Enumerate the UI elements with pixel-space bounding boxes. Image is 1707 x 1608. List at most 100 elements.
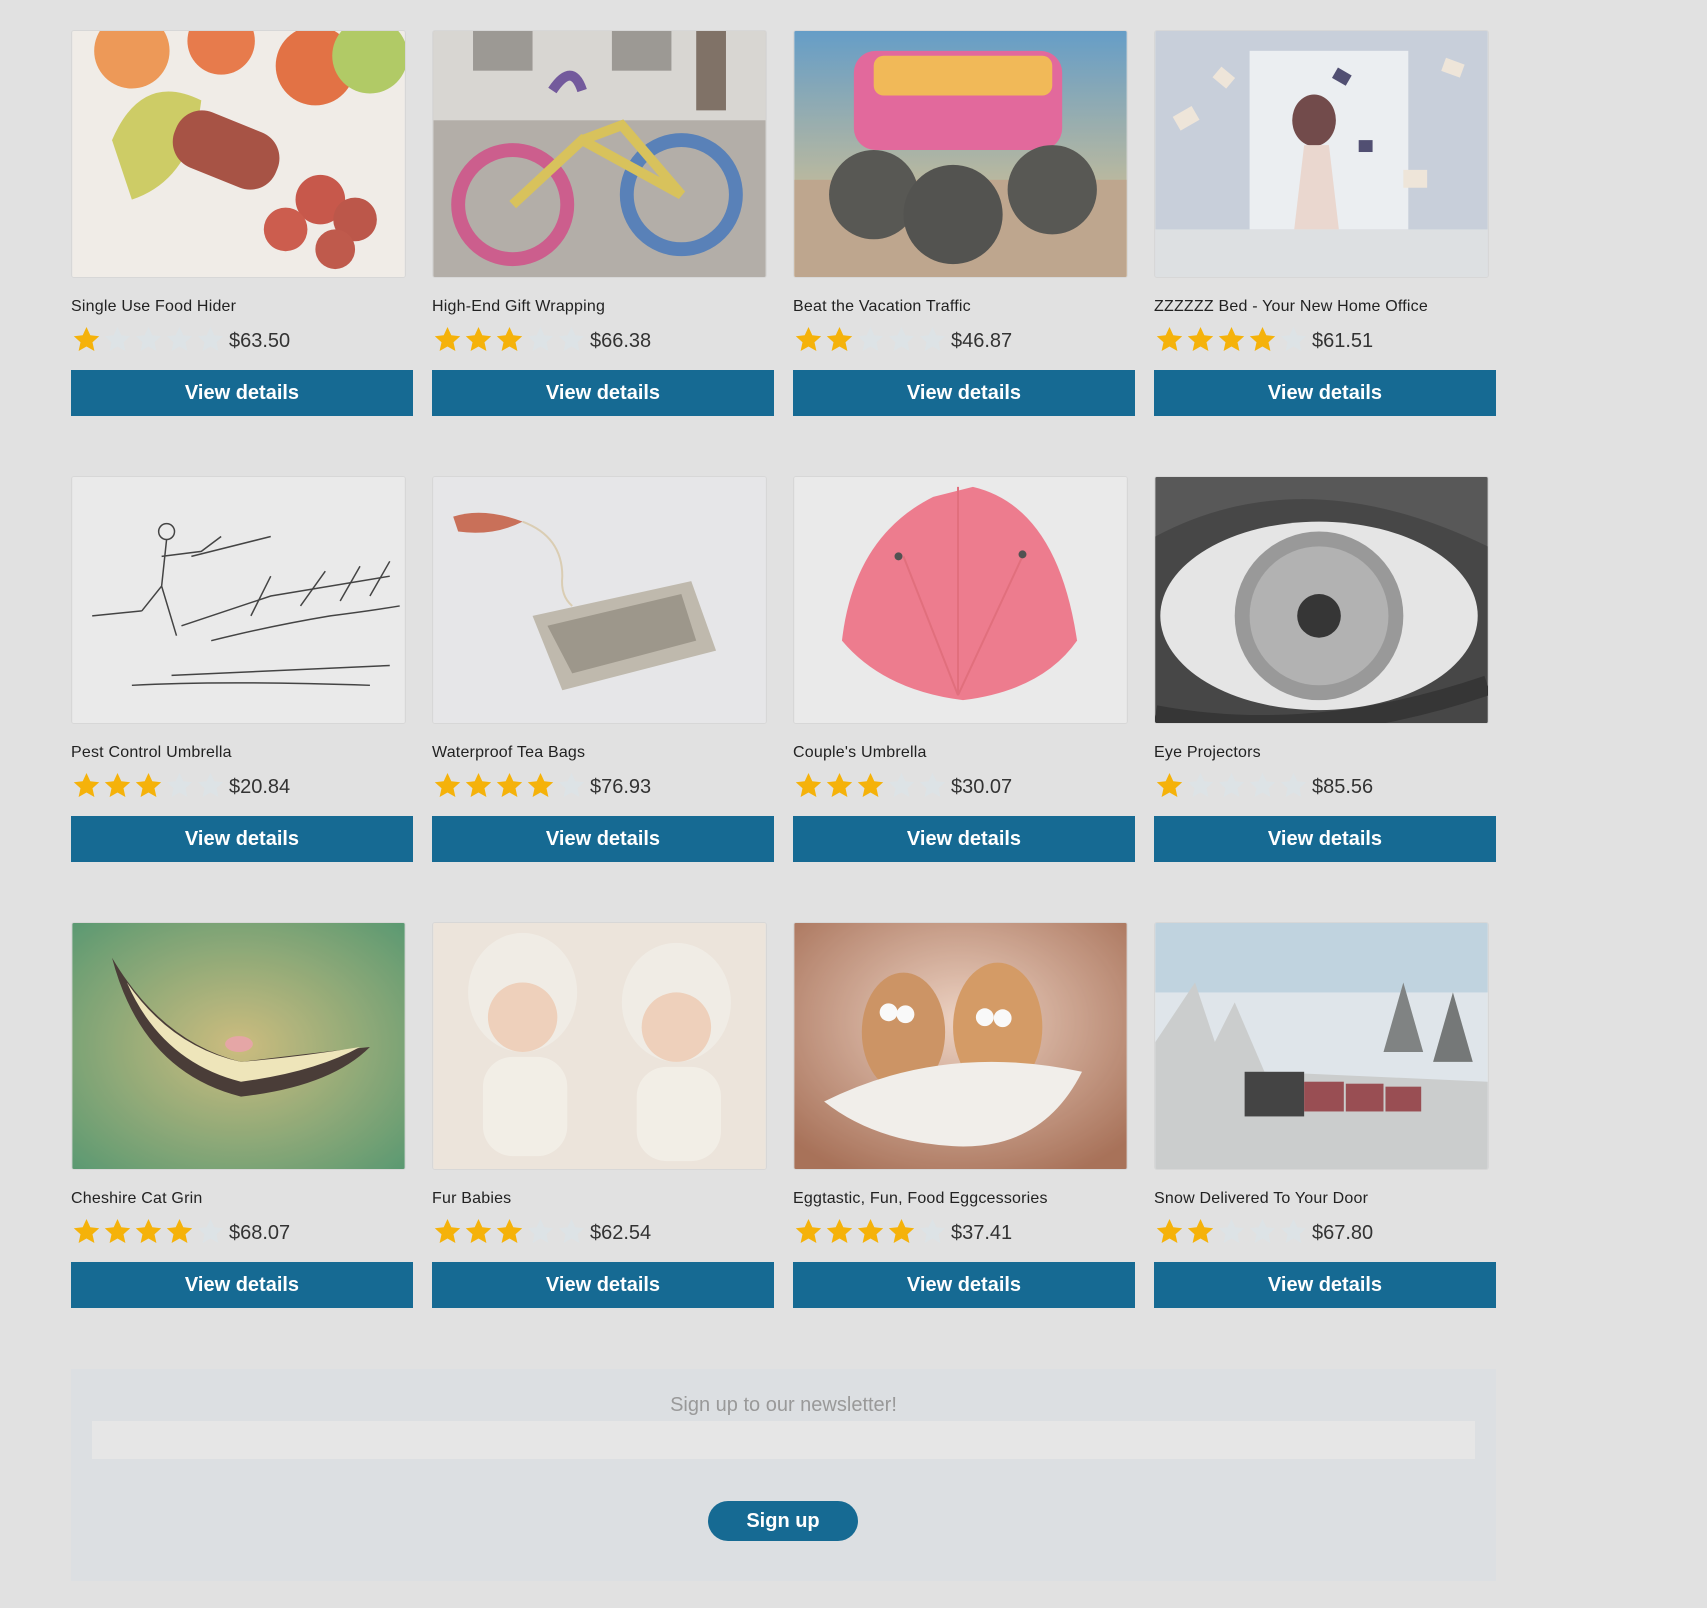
product-price: $37.41 xyxy=(951,1221,1013,1244)
star-filled-icon xyxy=(434,1219,461,1243)
product-grid: Single Use Food Hider $63.50 View details H… xyxy=(71,30,1497,1368)
product-card: Eggtastic, Fun, Food Eggcessories $37.41 V… xyxy=(793,922,1135,1368)
newsletter-email-input[interactable] xyxy=(92,1421,1475,1459)
star-filled-icon xyxy=(1249,327,1276,351)
babies-image[interactable] xyxy=(432,922,767,1170)
snow-train-image[interactable] xyxy=(1154,922,1489,1170)
view-details-button[interactable]: View details xyxy=(793,1262,1135,1308)
tea-bag-image[interactable] xyxy=(432,476,767,724)
view-details-button[interactable]: View details xyxy=(432,1262,774,1308)
product-card: Couple's Umbrella $30.07 View details xyxy=(793,476,1135,922)
star-empty-icon xyxy=(197,773,224,797)
product-title: Single Use Food Hider xyxy=(71,298,237,315)
star-filled-icon xyxy=(73,1219,100,1243)
view-details-button[interactable]: View details xyxy=(432,816,774,862)
product-price: $67.80 xyxy=(1312,1221,1374,1244)
eggs-image[interactable] xyxy=(793,922,1128,1170)
star-filled-icon xyxy=(434,327,461,351)
star-rating xyxy=(432,1217,588,1245)
product-meta: $76.93 xyxy=(432,769,774,801)
star-filled-icon xyxy=(826,1219,853,1243)
view-details-button[interactable]: View details xyxy=(1154,1262,1496,1308)
product-price: $46.87 xyxy=(951,329,1013,352)
star-rating xyxy=(793,771,949,799)
product-meta: $30.07 xyxy=(793,769,1135,801)
product-meta: $61.51 xyxy=(1154,323,1496,355)
star-filled-icon xyxy=(465,773,492,797)
view-details-button[interactable]: View details xyxy=(793,816,1135,862)
product-meta: $37.41 xyxy=(793,1215,1135,1247)
product-meta: $67.80 xyxy=(1154,1215,1496,1247)
star-filled-icon xyxy=(135,773,162,797)
star-empty-icon xyxy=(919,773,946,797)
star-filled-icon xyxy=(465,327,492,351)
star-empty-icon xyxy=(104,327,131,351)
yarn-bike-image[interactable] xyxy=(432,30,767,278)
product-card: Cheshire Cat Grin $68.07 View details xyxy=(71,922,413,1368)
star-empty-icon xyxy=(888,773,915,797)
star-empty-icon xyxy=(1187,773,1214,797)
star-empty-icon xyxy=(1218,1219,1245,1243)
product-price: $85.56 xyxy=(1312,775,1374,798)
view-details-button[interactable]: View details xyxy=(71,370,413,416)
product-title: Eggtastic, Fun, Food Eggcessories xyxy=(793,1190,1048,1207)
product-title: High-End Gift Wrapping xyxy=(432,298,606,315)
flying-books-image[interactable] xyxy=(1154,30,1489,278)
star-rating xyxy=(793,325,949,353)
view-details-button[interactable]: View details xyxy=(1154,370,1496,416)
product-price: $20.84 xyxy=(229,775,291,798)
product-price: $63.50 xyxy=(229,329,291,352)
star-filled-icon xyxy=(1218,327,1245,351)
star-empty-icon xyxy=(888,327,915,351)
star-filled-icon xyxy=(166,1219,193,1243)
view-details-button[interactable]: View details xyxy=(71,816,413,862)
star-filled-icon xyxy=(1187,327,1214,351)
pink-umbrella-image[interactable] xyxy=(793,476,1128,724)
product-title: Beat the Vacation Traffic xyxy=(793,298,971,315)
star-filled-icon xyxy=(1187,1219,1214,1243)
product-meta: $62.54 xyxy=(432,1215,774,1247)
star-empty-icon xyxy=(919,327,946,351)
star-rating xyxy=(71,1217,227,1245)
star-rating xyxy=(793,1217,949,1245)
star-filled-icon xyxy=(104,773,131,797)
star-filled-icon xyxy=(826,773,853,797)
signup-button[interactable]: Sign up xyxy=(708,1501,858,1541)
monster-van-image[interactable] xyxy=(793,30,1128,278)
star-empty-icon xyxy=(166,773,193,797)
star-empty-icon xyxy=(197,327,224,351)
star-filled-icon xyxy=(496,327,523,351)
star-empty-icon xyxy=(1218,773,1245,797)
star-rating xyxy=(1154,325,1310,353)
star-empty-icon xyxy=(919,1219,946,1243)
cat-grin-image[interactable] xyxy=(71,922,406,1170)
product-card: Waterproof Tea Bags $76.93 View details xyxy=(432,476,774,922)
star-rating xyxy=(1154,1217,1310,1245)
star-empty-icon xyxy=(1249,1219,1276,1243)
star-empty-icon xyxy=(558,1219,585,1243)
product-card: Single Use Food Hider $63.50 View details xyxy=(71,30,413,476)
view-details-button[interactable]: View details xyxy=(793,370,1135,416)
product-price: $76.93 xyxy=(590,775,652,798)
product-meta: $20.84 xyxy=(71,769,413,801)
product-page: Single Use Food Hider $63.50 View details H… xyxy=(0,0,1707,1608)
star-empty-icon xyxy=(558,773,585,797)
star-filled-icon xyxy=(1156,327,1183,351)
star-filled-icon xyxy=(795,773,822,797)
product-card: Snow Delivered To Your Door $67.80 View de… xyxy=(1154,922,1496,1368)
view-details-button[interactable]: View details xyxy=(1154,816,1496,862)
product-card: High-End Gift Wrapping $66.38 View details xyxy=(432,30,774,476)
view-details-button[interactable]: View details xyxy=(71,1262,413,1308)
product-title: Fur Babies xyxy=(432,1190,512,1207)
star-filled-icon xyxy=(1156,773,1183,797)
eye-image[interactable] xyxy=(1154,476,1489,724)
star-filled-icon xyxy=(795,327,822,351)
sketch-umbrella-image[interactable] xyxy=(71,476,406,724)
product-card: Fur Babies $62.54 View details xyxy=(432,922,774,1368)
product-title: Snow Delivered To Your Door xyxy=(1154,1190,1369,1207)
star-rating xyxy=(432,325,588,353)
food-hider-image[interactable] xyxy=(71,30,406,278)
star-rating xyxy=(71,325,227,353)
view-details-button[interactable]: View details xyxy=(432,370,774,416)
product-meta: $46.87 xyxy=(793,323,1135,355)
